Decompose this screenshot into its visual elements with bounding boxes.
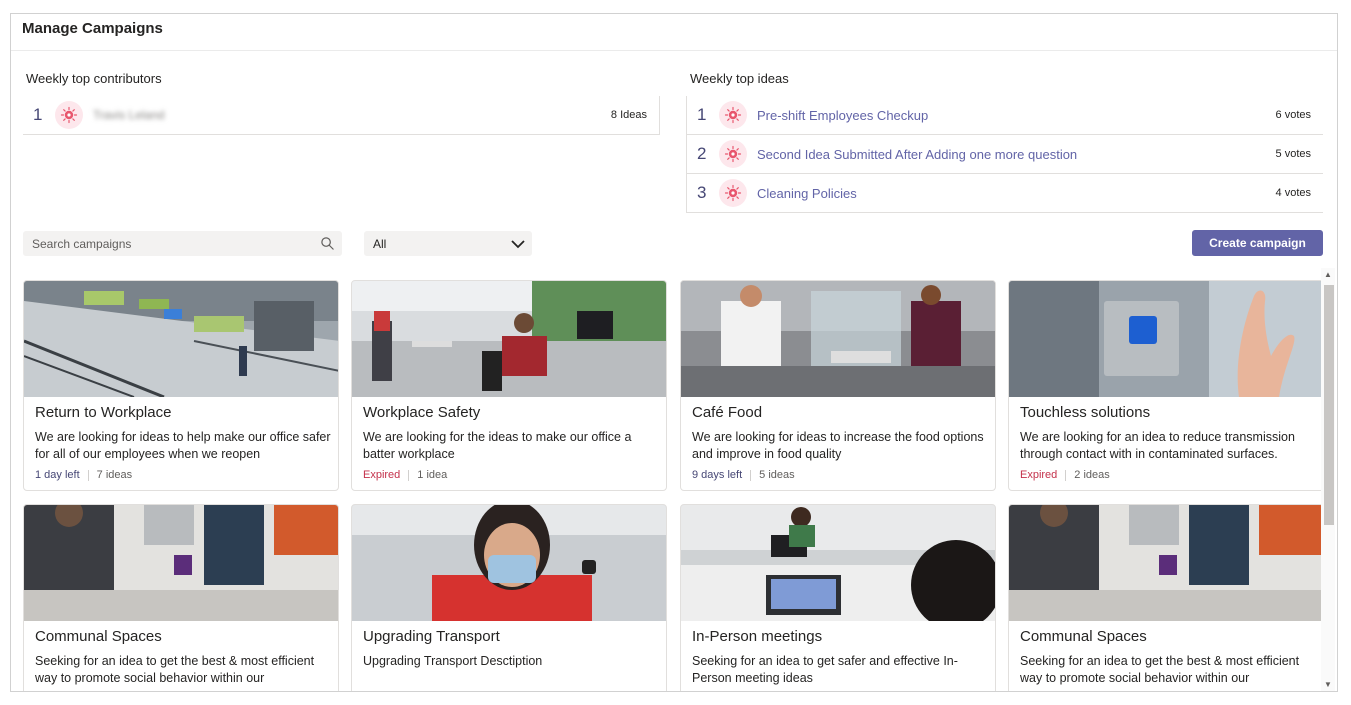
campaign-image (352, 281, 666, 397)
create-campaign-button[interactable]: Create campaign (1192, 230, 1323, 256)
campaign-title: Return to Workplace (35, 404, 172, 421)
top-ideas-heading: Weekly top ideas (690, 71, 789, 86)
lightbulb-icon (719, 140, 747, 168)
campaign-description: Seeking for an idea to get the best & mo… (1020, 654, 1300, 685)
campaign-title: Communal Spaces (1020, 628, 1147, 645)
rank-number: 1 (697, 105, 707, 124)
rank-number: 3 (697, 183, 707, 202)
contributor-name: Travis Leland (93, 108, 165, 122)
campaign-title: In-Person meetings (692, 628, 823, 645)
campaign-filter-dropdown[interactable]: All (364, 231, 532, 256)
contributor-row: 1 Travis Leland 8 Ideas (23, 96, 660, 135)
lightbulb-icon (55, 101, 83, 129)
manage-campaigns-panel: Manage Campaigns Weekly top contributors… (10, 13, 1338, 692)
campaign-description: We are looking for ideas to help make ou… (35, 430, 331, 461)
rank-number: 2 (697, 144, 707, 163)
campaign-image (352, 505, 666, 621)
campaign-description: Upgrading Transport Desctiption (363, 654, 543, 668)
campaign-grid: Return to Workplace We are looking for i… (23, 280, 1321, 691)
search-box (23, 231, 342, 256)
campaign-footer: 9 days left 5 ideas (692, 469, 795, 481)
divider (408, 469, 410, 481)
campaign-status: 9 days left (692, 469, 743, 481)
campaign-description: We are looking for the ideas to make our… (363, 430, 632, 461)
top-ideas-list: 1 Pre-shift Employees Checkup 6 votes 2 … (686, 96, 1323, 213)
campaign-card[interactable]: In-Person meetings Seeking for an idea t… (680, 504, 996, 691)
idea-row[interactable]: 1 Pre-shift Employees Checkup 6 votes (686, 96, 1323, 135)
page-title: Manage Campaigns (22, 20, 163, 37)
campaign-idea-count: 2 ideas (1074, 469, 1110, 481)
filter-selected-value: All (373, 236, 387, 251)
campaign-status: Expired (1020, 469, 1058, 481)
campaign-description: Seeking for an idea to get the best & mo… (35, 654, 315, 685)
campaign-title: Upgrading Transport (363, 628, 500, 645)
search-icon[interactable] (320, 236, 335, 251)
divider (1065, 469, 1067, 481)
campaign-idea-count: 7 ideas (96, 469, 133, 481)
campaign-description: Seeking for an idea to get safer and eff… (692, 654, 958, 685)
scrollbar-thumb[interactable] (1324, 285, 1334, 525)
top-contributors-list: 1 Travis Leland 8 Ideas (23, 96, 660, 135)
idea-row[interactable]: 2 Second Idea Submitted After Adding one… (686, 135, 1323, 174)
campaign-title: Touchless solutions (1020, 404, 1151, 421)
divider (750, 469, 752, 481)
idea-row[interactable]: 3 Cleaning Policies 4 votes (686, 174, 1323, 213)
campaign-image (1009, 505, 1321, 621)
campaign-footer: Expired 2 ideas (1020, 469, 1110, 481)
rank-number: 1 (33, 105, 43, 124)
campaign-card[interactable]: Communal Spaces Seeking for an idea to g… (23, 504, 339, 691)
idea-count: 8 Ideas (610, 109, 647, 121)
campaign-card[interactable]: Upgrading Transport Upgrading Transport … (351, 504, 667, 691)
campaign-description: We are looking for an idea to reduce tra… (1020, 430, 1295, 461)
campaign-image (681, 505, 995, 621)
campaign-status: Expired (363, 469, 401, 481)
idea-title-link[interactable]: Second Idea Submitted After Adding one m… (757, 147, 1077, 162)
campaign-card[interactable]: Café Food We are looking for ideas to in… (680, 280, 996, 491)
lightbulb-icon (719, 101, 747, 129)
top-contributors-heading: Weekly top contributors (26, 71, 162, 86)
campaign-title: Café Food (692, 404, 763, 421)
campaign-card[interactable]: Workplace Safety We are looking for the … (351, 280, 667, 491)
search-input[interactable] (32, 236, 312, 251)
campaign-image (1009, 281, 1321, 397)
vote-count: 6 votes (1275, 109, 1311, 121)
campaign-footer: Expired 1 idea (363, 469, 447, 481)
idea-title-link[interactable]: Pre-shift Employees Checkup (757, 108, 928, 123)
chevron-down-icon (511, 240, 525, 249)
scroll-down-icon[interactable]: ▼ (1323, 680, 1333, 690)
scrollbar[interactable]: ▲ ▼ (1321, 268, 1335, 691)
lightbulb-icon (719, 179, 747, 207)
scroll-up-icon[interactable]: ▲ (1323, 270, 1333, 280)
campaign-description: We are looking for ideas to increase the… (692, 430, 984, 461)
campaign-card[interactable]: Communal Spaces Seeking for an idea to g… (1008, 504, 1321, 691)
campaign-image (24, 505, 338, 621)
divider (11, 50, 1337, 51)
campaign-idea-count: 1 idea (417, 469, 448, 481)
campaign-footer: 1 day left 7 ideas (35, 469, 132, 481)
campaign-idea-count: 5 ideas (759, 469, 795, 481)
campaign-image (24, 281, 338, 397)
campaign-image (681, 281, 995, 397)
vote-count: 5 votes (1275, 148, 1311, 160)
vote-count: 4 votes (1275, 187, 1311, 199)
divider (87, 469, 89, 481)
campaign-title: Communal Spaces (35, 628, 162, 645)
campaign-card[interactable]: Touchless solutions We are looking for a… (1008, 280, 1321, 491)
campaign-status: 1 day left (35, 469, 80, 481)
campaign-title: Workplace Safety (363, 404, 481, 421)
idea-title-link[interactable]: Cleaning Policies (757, 186, 857, 201)
campaign-card[interactable]: Return to Workplace We are looking for i… (23, 280, 339, 491)
